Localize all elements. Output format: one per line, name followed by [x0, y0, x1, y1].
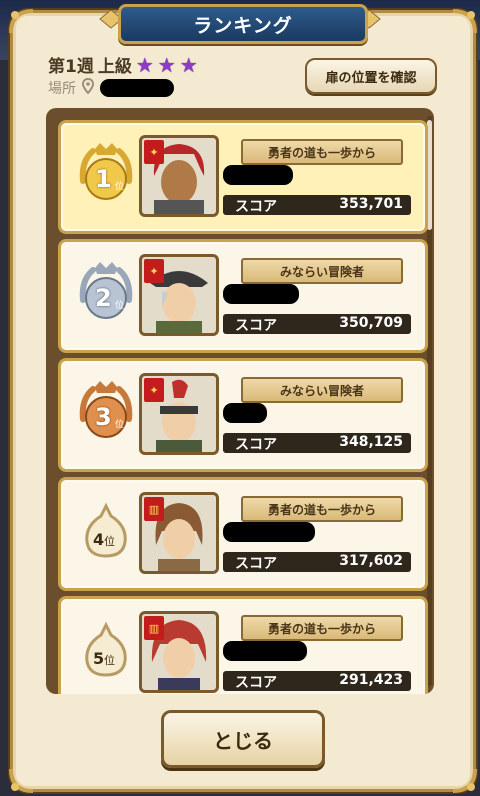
score-value: 317,602 — [339, 553, 403, 569]
ranking-row[interactable]: 3 位 ✦ みならい冒険者 スコア 348,125 — [58, 358, 428, 472]
score-bar: スコア 291,423 — [223, 671, 411, 691]
score-value: 348,125 — [339, 434, 403, 450]
redacted-player-name — [223, 403, 267, 423]
redacted-place — [100, 79, 174, 97]
player-avatar: ✦ — [139, 135, 219, 217]
rank-medal-icon: 5 位 — [71, 617, 141, 687]
location-pin-icon — [81, 77, 95, 98]
star-icon: ★ — [135, 52, 154, 77]
rank-medal-icon: 1 位 — [71, 141, 141, 211]
player-title: みならい冒険者 — [241, 258, 403, 284]
rank-number: 4 — [93, 530, 105, 549]
ranking-row[interactable]: 2 位 ✦ みならい冒険者 スコア 350,709 — [58, 239, 428, 353]
score-value: 291,423 — [339, 672, 403, 688]
score-bar: スコア 350,709 — [223, 314, 411, 334]
player-avatar: ▥ — [139, 611, 219, 693]
score-label: スコア — [235, 199, 277, 215]
corner-ornament-icon — [7, 765, 37, 795]
star-icon: ★ — [179, 52, 198, 77]
rank-suffix: 位 — [104, 654, 115, 667]
rank-suffix: 位 — [115, 420, 125, 430]
rank-suffix: 位 — [115, 182, 125, 192]
player-avatar: ✦ — [139, 373, 219, 455]
star-icon: ★ — [157, 52, 176, 77]
rank-number: 2 — [95, 284, 112, 312]
place-info: 場所 — [48, 77, 174, 98]
score-label: スコア — [235, 556, 277, 572]
ranking-row[interactable]: 5 位 ▥ 勇者の道も一歩から スコア 291,423 — [58, 596, 428, 694]
badge-icon: ✦ — [144, 378, 164, 402]
player-title: 勇者の道も一歩から — [241, 139, 403, 165]
score-label: スコア — [235, 675, 277, 691]
check-door-button[interactable]: 扉の位置を確認 — [305, 58, 437, 94]
ranking-row[interactable]: 1 位 ✦ 勇者の道も一歩から スコア 353,701 — [58, 120, 428, 234]
corner-ornament-icon — [449, 7, 479, 37]
player-avatar: ✦ — [139, 254, 219, 336]
badge-icon: ✦ — [144, 259, 164, 283]
rank-suffix: 位 — [115, 301, 125, 311]
level-label: 上級 — [97, 57, 132, 77]
badge-icon: ▥ — [144, 497, 164, 521]
close-button[interactable]: とじる — [161, 710, 325, 768]
score-label: スコア — [235, 437, 277, 453]
score-label: スコア — [235, 318, 277, 334]
redacted-player-name — [223, 284, 299, 304]
score-value: 353,701 — [339, 196, 403, 212]
player-title: 勇者の道も一歩から — [241, 496, 403, 522]
redacted-player-name — [223, 641, 307, 661]
rank-medal-icon: 4 位 — [71, 498, 141, 568]
player-title: みならい冒険者 — [241, 377, 403, 403]
rank-suffix: 位 — [104, 535, 115, 548]
corner-ornament-icon — [7, 7, 37, 37]
score-value: 350,709 — [339, 315, 403, 331]
rank-number: 5 — [93, 649, 105, 668]
place-label: 場所 — [48, 81, 76, 97]
week-label: 第1週 — [48, 57, 94, 77]
page-title: ランキング — [118, 4, 368, 44]
score-bar: スコア 348,125 — [223, 433, 411, 453]
rank-number: 3 — [95, 403, 112, 431]
corner-ornament-icon — [449, 765, 479, 795]
week-info: 第1週 上級 ★ ★ ★ — [48, 52, 198, 78]
score-bar: スコア 353,701 — [223, 195, 411, 215]
rank-medal-icon: 2 位 — [71, 260, 141, 330]
badge-icon: ✦ — [144, 140, 164, 164]
ranking-list[interactable]: 1 位 ✦ 勇者の道も一歩から スコア 353,701 2 位 ✦ みならい冒険… — [46, 108, 434, 694]
badge-icon: ▥ — [144, 616, 164, 640]
player-title: 勇者の道も一歩から — [241, 615, 403, 641]
redacted-player-name — [223, 165, 293, 185]
ranking-row[interactable]: 4 位 ▥ 勇者の道も一歩から スコア 317,602 — [58, 477, 428, 591]
score-bar: スコア 317,602 — [223, 552, 411, 572]
rank-medal-icon: 3 位 — [71, 379, 141, 449]
player-avatar: ▥ — [139, 492, 219, 574]
rank-number: 1 — [95, 165, 112, 193]
redacted-player-name — [223, 522, 315, 542]
